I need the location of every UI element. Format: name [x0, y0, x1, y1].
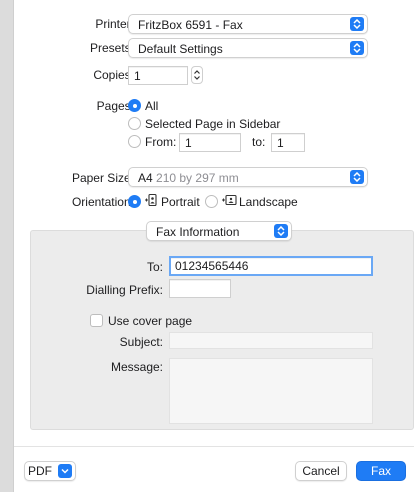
orientation-portrait-label: Portrait [161, 195, 200, 209]
pages-from-label: From: [145, 135, 177, 149]
copies-stepper[interactable] [191, 66, 203, 84]
message-field[interactable] [169, 358, 373, 424]
orientation-landscape-label: Landscape [239, 195, 298, 209]
presets-popup[interactable]: Default Settings [128, 38, 368, 58]
cancel-label: Cancel [302, 464, 340, 478]
dialling-prefix-field[interactable] [169, 279, 231, 298]
orientation-landscape-radio[interactable] [205, 195, 218, 208]
fax-information-panel: To: 01234565446 Dialling Prefix: Use cov… [30, 230, 414, 430]
pages-selected-radio[interactable] [128, 117, 141, 130]
paper-size-label: Paper Size: [71, 171, 134, 185]
section-popup[interactable]: Fax Information [146, 221, 292, 241]
sidebar-edge [0, 0, 14, 492]
printer-value: FritzBox 6591 - Fax [138, 18, 243, 32]
up-down-chevron-icon [350, 41, 364, 55]
paper-size-popup[interactable]: A4 210 by 297 mm [128, 167, 368, 187]
printer-popup[interactable]: FritzBox 6591 - Fax [128, 14, 368, 34]
pages-from-value: 1 [185, 136, 192, 150]
copies-value: 1 [134, 69, 141, 83]
fax-to-field[interactable]: 01234565446 [169, 256, 373, 276]
dialling-prefix-label: Dialling Prefix: [86, 283, 163, 297]
up-down-chevron-icon [350, 170, 364, 184]
landscape-orientation-icon [221, 193, 237, 210]
cancel-button[interactable]: Cancel [295, 461, 347, 481]
presets-value: Default Settings [138, 42, 223, 56]
pages-range-radio[interactable] [128, 135, 141, 148]
up-down-chevron-icon [350, 17, 364, 31]
chevron-down-icon [58, 464, 72, 478]
message-label: Message: [110, 360, 163, 374]
pages-to-value: 1 [277, 136, 284, 150]
cover-page-checkbox[interactable] [90, 314, 103, 327]
fax-button[interactable]: Fax [356, 461, 406, 481]
print-sheet: Printer: FritzBox 6591 - Fax Presets: De… [14, 0, 414, 492]
pdf-label: PDF [28, 464, 52, 478]
section-popup-value: Fax Information [156, 225, 240, 239]
subject-field[interactable] [169, 332, 373, 349]
up-down-chevron-icon [274, 224, 288, 238]
orientation-label: Orientation: [71, 195, 134, 209]
paper-size-name: A4 [138, 171, 153, 185]
portrait-orientation-icon [144, 193, 158, 210]
footer-divider [14, 446, 414, 447]
pages-to-field[interactable]: 1 [271, 133, 305, 152]
pages-from-field[interactable]: 1 [179, 133, 241, 152]
fax-to-value: 01234565446 [175, 259, 249, 273]
paper-size-value: A4 210 by 297 mm [138, 171, 239, 185]
fax-to-label: To: [146, 260, 163, 274]
pages-to-label: to: [252, 135, 266, 149]
fax-label: Fax [370, 464, 391, 478]
print-dialog: Printer: FritzBox 6591 - Fax Presets: De… [0, 0, 414, 492]
orientation-portrait-radio[interactable] [128, 195, 141, 208]
cover-page-label: Use cover page [108, 314, 193, 328]
paper-size-dims: 210 by 297 mm [156, 171, 239, 185]
pages-all-label: All [145, 99, 159, 113]
subject-label: Subject: [119, 335, 163, 349]
pages-selected-label: Selected Page in Sidebar [145, 117, 281, 131]
copies-field[interactable]: 1 [128, 66, 188, 85]
pages-all-radio[interactable] [128, 99, 141, 112]
pdf-menu-button[interactable]: PDF [24, 461, 76, 481]
